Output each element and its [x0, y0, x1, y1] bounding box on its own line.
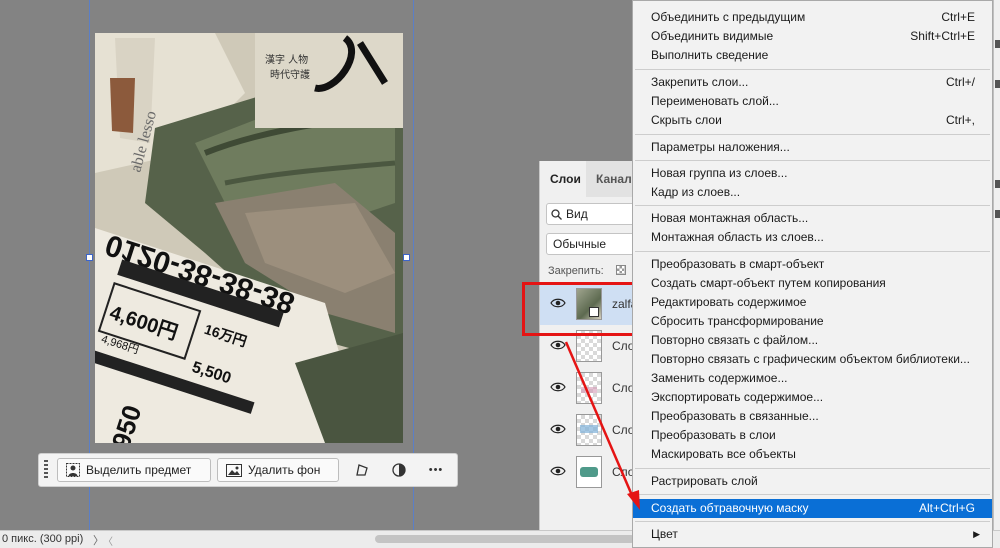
transform-handle-left[interactable] [86, 254, 93, 261]
contextual-task-bar: Выделить предмет Удалить фон ••• [38, 453, 458, 487]
menu-item-mask-all-objects[interactable]: Маскировать все объекты [633, 445, 992, 464]
tab-layers[interactable]: Слои [540, 161, 591, 199]
blend-mode-value: Обычные [553, 237, 607, 251]
layer-thumbnail [576, 456, 602, 488]
menu-item-create-clipping-mask[interactable]: Создать обтравочную маску Alt+Ctrl+G [633, 499, 992, 518]
eye-icon[interactable] [550, 423, 566, 435]
menu-item-flatten[interactable]: Выполнить сведение [633, 46, 992, 65]
canvas-artwork[interactable]: able lesso 漢字 人物 時代守護 0120-38-38-38 4,60… [95, 33, 403, 443]
lock-transparency-icon[interactable] [616, 265, 626, 275]
layer-context-menu: Объединить с предыдущим Ctrl+E Объединить… [632, 0, 993, 548]
menu-separator [635, 205, 990, 206]
svg-text:時代守護: 時代守護 [270, 68, 310, 81]
menu-item-export-contents[interactable]: Экспортировать содержимое... [633, 388, 992, 407]
eye-icon[interactable] [550, 381, 566, 393]
menu-item-reset-transform[interactable]: Сбросить трансформирование [633, 312, 992, 331]
menu-separator [635, 494, 990, 495]
menu-item-edit-contents[interactable]: Редактировать содержимое [633, 293, 992, 312]
lock-label: Закрепить: [548, 265, 604, 277]
menu-item-convert-to-linked[interactable]: Преобразовать в связанные... [633, 407, 992, 426]
eye-icon[interactable] [550, 339, 566, 351]
tool-icon[interactable] [995, 180, 1000, 188]
menu-item-replace-contents[interactable]: Заменить содержимое... [633, 369, 992, 388]
menu-item-rasterize-layer[interactable]: Растрировать слой [633, 472, 992, 491]
select-subject-button[interactable]: Выделить предмет [57, 458, 211, 482]
menu-separator [635, 521, 990, 522]
layer-thumbnail [576, 372, 602, 404]
transform-handle-right[interactable] [403, 254, 410, 261]
person-icon [66, 463, 80, 477]
transform-icon [356, 464, 368, 476]
menu-separator [635, 251, 990, 252]
remove-background-label: Удалить фон [248, 463, 321, 477]
layer-filter-select[interactable]: Вид [546, 203, 639, 225]
layer-row[interactable]: Слой [540, 451, 639, 493]
menu-separator [635, 160, 990, 161]
menu-item-artboard-from-layers[interactable]: Монтажная область из слоев... [633, 228, 992, 247]
layer-row[interactable]: Слой [540, 367, 639, 409]
right-tool-strip [993, 0, 1000, 530]
annotation-highlight-box [522, 282, 636, 336]
document-resolution-text: 0 пикс. (300 ppi) [2, 533, 84, 545]
menu-separator [635, 134, 990, 135]
guide-line-left [89, 0, 90, 530]
menu-item-new-artboard[interactable]: Новая монтажная область... [633, 209, 992, 228]
menu-item-lock-layers[interactable]: Закрепить слои... Ctrl+/ [633, 73, 992, 92]
blend-mode-select[interactable]: Обычные [546, 233, 639, 255]
artwork-illustration: able lesso 漢字 人物 時代守護 0120-38-38-38 4,60… [95, 33, 403, 443]
search-icon [551, 208, 562, 220]
menu-item-convert-smart-object[interactable]: Преобразовать в смарт-объект [633, 255, 992, 274]
adjustment-button[interactable] [386, 458, 412, 482]
tool-icon[interactable] [995, 40, 1000, 48]
menu-item-relink-to-file[interactable]: Повторно связать с файлом... [633, 331, 992, 350]
menu-separator [635, 468, 990, 469]
tool-icon[interactable] [995, 80, 1000, 88]
horizontal-scrollbar[interactable] [375, 535, 635, 543]
menu-item-hide-layers[interactable]: Скрыть слои Ctrl+, [633, 111, 992, 130]
menu-item-convert-to-layers[interactable]: Преобразовать в слои [633, 426, 992, 445]
layer-filter-label: Вид [566, 207, 588, 221]
menu-item-new-smart-object-via-copy[interactable]: Создать смарт-объект путем копирования [633, 274, 992, 293]
menu-item-rename-layer[interactable]: Переименовать слой... [633, 92, 992, 111]
transform-button[interactable] [349, 458, 375, 482]
drag-grip-icon[interactable] [44, 460, 48, 480]
submenu-arrow-icon: ▶ [973, 529, 980, 539]
menu-item-group-from-layers[interactable]: Новая группа из слоев... [633, 164, 992, 183]
menu-item-relink-to-library[interactable]: Повторно связать с графическим объектом … [633, 350, 992, 369]
menu-item-blending-options[interactable]: Параметры наложения... [633, 138, 992, 157]
menu-item-merge-down[interactable]: Объединить с предыдущим Ctrl+E [633, 8, 992, 27]
menu-item-merge-visible[interactable]: Объединить видимые Shift+Ctrl+E [633, 27, 992, 46]
eye-icon[interactable] [550, 465, 566, 477]
layer-thumbnail [576, 414, 602, 446]
layer-row[interactable]: Слой [540, 409, 639, 451]
svg-text:漢字 人物: 漢字 人物 [265, 53, 308, 66]
guide-line-right [413, 0, 414, 530]
menu-separator [635, 69, 990, 70]
menu-item-frame-from-layers[interactable]: Кадр из слоев... [633, 183, 992, 202]
image-icon [226, 463, 242, 477]
select-subject-label: Выделить предмет [86, 463, 192, 477]
layers-panel: Слои Каналы Вид Обычные Закрепить: zalfa… [539, 161, 639, 530]
scroll-left-icon[interactable]: 〈 [103, 533, 113, 548]
tool-icon[interactable] [995, 210, 1000, 218]
more-options-button[interactable]: ••• [423, 458, 449, 482]
contrast-circle-icon [392, 463, 406, 477]
menu-item-color[interactable]: Цвет ▶ [633, 525, 992, 544]
remove-background-button[interactable]: Удалить фон [217, 458, 339, 482]
